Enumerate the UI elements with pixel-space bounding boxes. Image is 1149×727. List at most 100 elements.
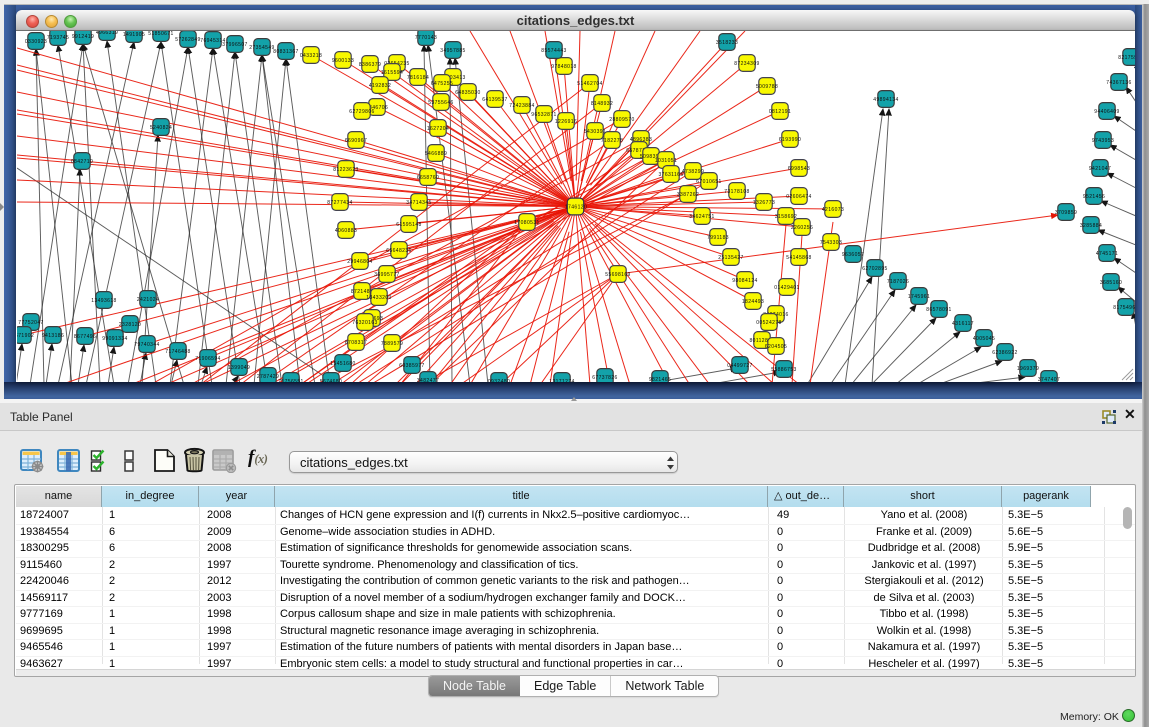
svg-text:3158692: 3158692 <box>775 214 797 220</box>
svg-text:13171274: 13171274 <box>549 379 574 382</box>
svg-text:5009788: 5009788 <box>756 84 778 90</box>
svg-text:0330923: 0330923 <box>25 39 47 45</box>
svg-text:8148932: 8148932 <box>591 101 613 107</box>
svg-text:51462704: 51462704 <box>577 81 602 87</box>
svg-text:49894134: 49894134 <box>873 97 898 103</box>
svg-text:2328120: 2328120 <box>119 322 141 328</box>
svg-text:9912419: 9912419 <box>72 34 94 40</box>
svg-text:5674680: 5674680 <box>320 379 342 382</box>
svg-text:4005045: 4005045 <box>973 336 995 342</box>
svg-text:4738299: 4738299 <box>682 169 704 175</box>
svg-text:4216073: 4216073 <box>822 207 844 213</box>
svg-text:36995777: 36995777 <box>374 272 399 278</box>
svg-text:6193990: 6193990 <box>779 137 801 143</box>
svg-text:0433218: 0433218 <box>300 53 322 59</box>
svg-text:1615594: 1615594 <box>381 70 403 76</box>
svg-text:1226916: 1226916 <box>555 119 577 125</box>
svg-text:27354549: 27354549 <box>249 45 274 51</box>
svg-text:1031051: 1031051 <box>655 158 677 164</box>
svg-text:02606474: 02606474 <box>786 194 811 200</box>
svg-text:28809570: 28809570 <box>609 117 634 123</box>
svg-text:9743953: 9743953 <box>1092 138 1114 144</box>
svg-text:4316117: 4316117 <box>952 321 974 327</box>
svg-text:8677496: 8677496 <box>74 334 96 340</box>
svg-text:34714345: 34714345 <box>406 200 431 206</box>
svg-text:71746488: 71746488 <box>165 349 190 355</box>
svg-text:6658760: 6658760 <box>417 175 439 181</box>
svg-text:53755646: 53755646 <box>428 100 453 106</box>
svg-text:94406409: 94406409 <box>1094 109 1119 115</box>
svg-text:64835030: 64835030 <box>455 90 480 96</box>
svg-text:3747407: 3747407 <box>1038 377 1060 382</box>
svg-text:57262849: 57262849 <box>175 37 200 43</box>
svg-text:7770143: 7770143 <box>415 35 437 41</box>
svg-text:1671902: 1671902 <box>17 333 34 339</box>
svg-text:6690967: 6690967 <box>345 138 367 144</box>
svg-text:2787429: 2787429 <box>257 374 279 380</box>
svg-text:72423884: 72423884 <box>509 103 534 109</box>
svg-text:81754965: 81754965 <box>1113 305 1135 311</box>
svg-text:96532871: 96532871 <box>531 112 556 118</box>
svg-text:6998543: 6998543 <box>788 166 810 172</box>
svg-text:2260256: 2260256 <box>791 225 813 231</box>
svg-text:5430391: 5430391 <box>584 129 606 135</box>
svg-text:3709859: 3709859 <box>1055 210 1077 216</box>
svg-text:87277434: 87277434 <box>327 200 352 206</box>
svg-text:17080531: 17080531 <box>514 220 539 226</box>
svg-text:82175946: 82175946 <box>1118 55 1135 61</box>
svg-text:71756551: 71756551 <box>278 379 303 382</box>
svg-text:15451680: 15451680 <box>330 361 355 367</box>
svg-text:3685160: 3685160 <box>1100 280 1122 286</box>
svg-text:3482477: 3482477 <box>417 378 439 382</box>
svg-text:8708317: 8708317 <box>345 340 367 346</box>
svg-text:62729806: 62729806 <box>349 109 374 115</box>
svg-text:4192832: 4192832 <box>369 83 391 89</box>
svg-text:9413186: 9413186 <box>42 333 64 339</box>
svg-text:65648236: 65648236 <box>386 248 411 254</box>
svg-text:7889579: 7889579 <box>381 341 403 347</box>
svg-text:1627204: 1627204 <box>427 126 449 132</box>
svg-text:3285884: 3285884 <box>1080 223 1102 229</box>
svg-text:55698169: 55698169 <box>605 272 630 278</box>
svg-text:62702895: 62702895 <box>862 266 887 272</box>
svg-text:1745961: 1745961 <box>908 294 930 300</box>
svg-text:7187026: 7187026 <box>887 279 909 285</box>
svg-text:13493618: 13493618 <box>91 298 116 304</box>
svg-text:8386379: 8386379 <box>359 62 381 68</box>
svg-text:79740344: 79740344 <box>134 342 159 348</box>
svg-text:97848018: 97848018 <box>551 64 576 70</box>
svg-text:86578091: 86578091 <box>926 307 951 313</box>
svg-text:6475255: 6475255 <box>431 81 453 87</box>
svg-text:04499727: 04499727 <box>727 363 752 369</box>
svg-text:81223623: 81223623 <box>333 167 358 173</box>
svg-text:37631165: 37631165 <box>658 172 683 178</box>
svg-text:9521456: 9521456 <box>1083 194 1105 200</box>
svg-text:7816184: 7816184 <box>407 75 429 81</box>
svg-text:80831367: 80831367 <box>273 49 298 55</box>
svg-text:29946804: 29946804 <box>347 259 372 265</box>
svg-text:7991183: 7991183 <box>707 235 729 241</box>
svg-text:4060883: 4060883 <box>335 228 357 234</box>
svg-text:01429401: 01429401 <box>774 285 799 291</box>
svg-text:9600133: 9600133 <box>332 58 354 64</box>
svg-text:1746120: 1746120 <box>565 204 587 210</box>
svg-text:4966319: 4966319 <box>96 31 118 36</box>
svg-text:76320163: 76320163 <box>352 320 377 326</box>
svg-text:77752047: 77752047 <box>18 320 43 326</box>
svg-text:3518233: 3518233 <box>716 40 738 46</box>
svg-text:71906594: 71906594 <box>195 356 220 362</box>
svg-text:85574443: 85574443 <box>541 48 566 54</box>
svg-text:37996507: 37996507 <box>222 42 247 48</box>
svg-text:5466889: 5466889 <box>425 151 447 157</box>
svg-text:60385977: 60385977 <box>399 363 424 369</box>
svg-text:62386922: 62386922 <box>992 350 1017 356</box>
svg-text:74367136: 74367136 <box>1106 80 1131 86</box>
svg-text:6204505: 6204505 <box>765 344 787 350</box>
svg-text:98084124: 98084124 <box>732 278 757 284</box>
svg-text:00524278: 00524278 <box>756 320 781 326</box>
svg-text:87234309: 87234309 <box>734 61 759 67</box>
svg-text:1824493: 1824493 <box>742 299 764 305</box>
svg-text:34957885: 34957885 <box>440 48 465 54</box>
svg-text:1491905: 1491905 <box>123 32 145 38</box>
svg-text:73178108: 73178108 <box>724 189 749 195</box>
